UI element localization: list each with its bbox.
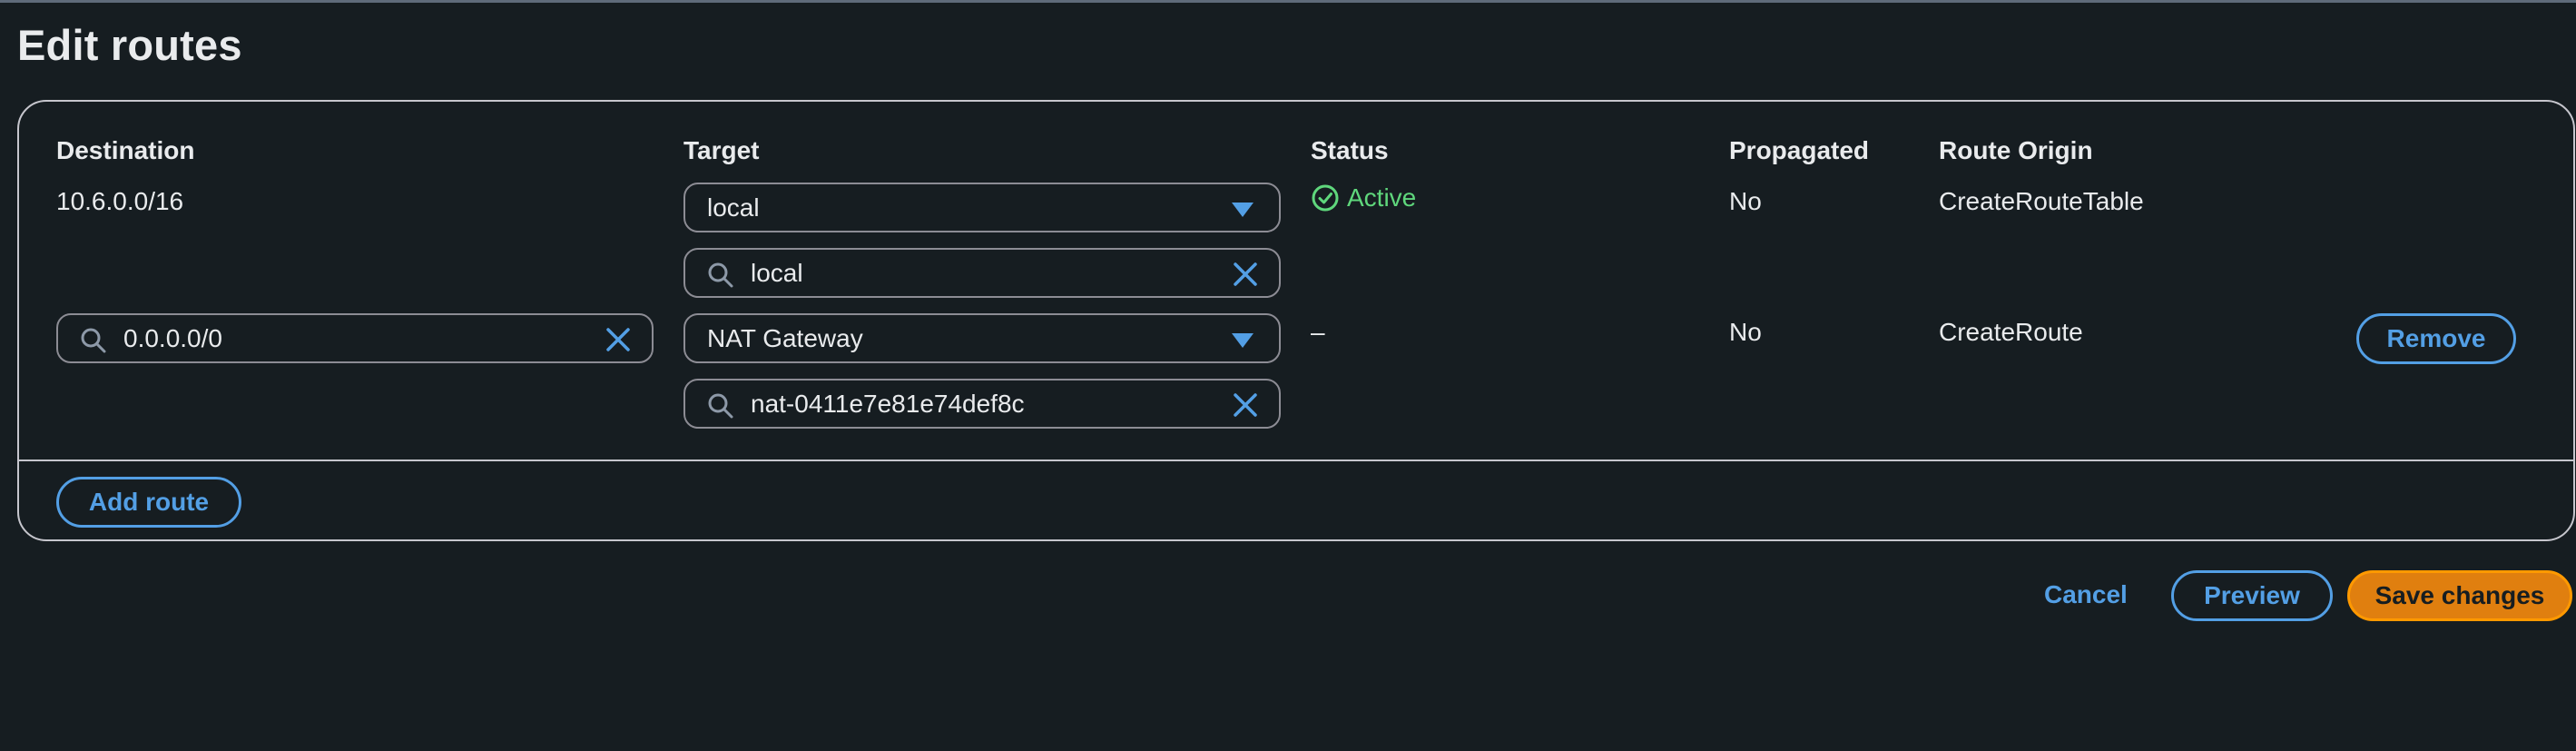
caret-down-icon xyxy=(1232,203,1254,217)
header-target: Target xyxy=(683,136,760,164)
row2-target-type-select[interactable]: NAT Gateway xyxy=(683,313,1281,363)
add-route-button[interactable]: Add route xyxy=(56,477,241,528)
row2-route-origin: CreateRoute xyxy=(1939,318,2083,346)
cancel-button[interactable]: Cancel xyxy=(2044,580,2128,609)
routes-table: Destination Target Status Propagated Rou… xyxy=(17,100,2575,541)
header-propagated: Propagated xyxy=(1729,136,1870,164)
row1-target-search-value: local xyxy=(751,258,803,287)
row1-target-type-select[interactable]: local xyxy=(683,183,1281,232)
search-icon xyxy=(708,262,733,288)
row1-status-text: Active xyxy=(1347,183,1417,212)
save-changes-button[interactable]: Save changes xyxy=(2347,570,2572,621)
row2-destination-input[interactable]: 0.0.0.0/0 xyxy=(56,313,654,363)
row2-target-search-input[interactable]: nat-0411e7e81e74def8c xyxy=(683,379,1281,429)
row2-target-type-value: NAT Gateway xyxy=(707,323,863,352)
close-icon[interactable] xyxy=(1232,261,1259,288)
row1-target-type-value: local xyxy=(707,193,760,222)
close-icon[interactable] xyxy=(605,326,632,353)
row2-propagated: No xyxy=(1729,318,1762,346)
row1-route-origin: CreateRouteTable xyxy=(1939,187,2144,215)
row1-status-badge: Active xyxy=(1311,183,1416,212)
table-divider xyxy=(19,459,2573,461)
header-destination: Destination xyxy=(56,136,195,164)
remove-route-button[interactable]: Remove xyxy=(2356,313,2516,364)
preview-button[interactable]: Preview xyxy=(2171,570,2333,621)
search-icon xyxy=(81,328,106,353)
row1-propagated: No xyxy=(1729,187,1762,215)
page-title: Edit routes xyxy=(17,21,242,69)
header-status: Status xyxy=(1311,136,1389,164)
row1-target-search-input[interactable]: local xyxy=(683,248,1281,298)
row2-target-search-value: nat-0411e7e81e74def8c xyxy=(751,389,1025,418)
search-icon xyxy=(708,393,733,419)
close-icon[interactable] xyxy=(1232,391,1259,419)
caret-down-icon xyxy=(1232,333,1254,348)
header-route-origin: Route Origin xyxy=(1939,136,2093,164)
status-success-icon xyxy=(1312,184,1339,212)
top-border xyxy=(0,0,2576,3)
row2-destination-value: 0.0.0.0/0 xyxy=(123,323,222,352)
row1-destination: 10.6.0.0/16 xyxy=(56,187,184,215)
row2-status: – xyxy=(1311,318,1325,346)
